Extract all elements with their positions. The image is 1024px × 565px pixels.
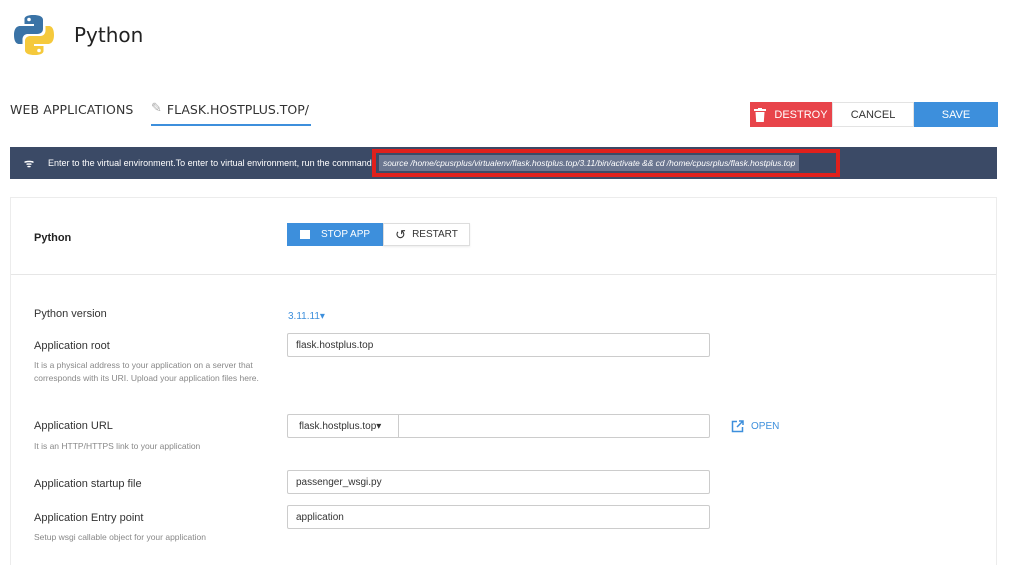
domain-value: flask.hostplus.top — [299, 420, 377, 432]
chevron-down-icon: ▾ — [376, 420, 382, 432]
banner-text: Enter to the virtual environment.To ente… — [48, 158, 372, 168]
cancel-button[interactable]: CANCEL — [832, 102, 914, 127]
restart-button[interactable]: ↺ RESTART — [383, 223, 470, 246]
entry-point-input[interactable]: application — [287, 505, 710, 529]
rss-icon: ᯤ — [24, 157, 35, 170]
trash-icon — [754, 107, 767, 122]
startup-file-input[interactable]: passenger_wsgi.py — [287, 470, 710, 494]
page-title: Python — [74, 23, 144, 47]
app-url-label: Application URL — [34, 420, 113, 432]
domain-select[interactable]: flask.hostplus.top ▾ — [287, 414, 398, 438]
card-header: Python STOP APP ↺ RESTART — [11, 198, 996, 275]
python-version-value: 3.11.11 — [288, 311, 320, 322]
startup-file-label: Application startup file — [34, 478, 142, 490]
command-highlight: source /home/cpusrplus/virtualenv/flask.… — [372, 149, 840, 177]
virtualenv-command[interactable]: source /home/cpusrplus/virtualenv/flask.… — [379, 155, 800, 171]
stop-icon — [299, 230, 310, 239]
open-label: OPEN — [751, 421, 780, 432]
python-version-dropdown[interactable]: 3.11.11▾ — [288, 311, 325, 322]
chevron-down-icon: ▾ — [319, 311, 325, 322]
breadcrumb-current-label: FLASK.HOSTPLUS.TOP/ — [166, 102, 309, 117]
python-version-label: Python version — [34, 308, 107, 320]
save-button[interactable]: SAVE — [914, 102, 998, 127]
card-title: Python — [34, 232, 72, 244]
python-logo-icon — [14, 15, 54, 55]
restart-icon: ↺ — [395, 226, 407, 242]
stop-app-button[interactable]: STOP APP — [287, 223, 383, 246]
action-buttons: DESTROY CANCEL SAVE — [750, 102, 998, 127]
destroy-button[interactable]: DESTROY — [750, 102, 832, 127]
stop-app-label: STOP APP — [320, 229, 371, 240]
app-url-help: It is an HTTP/HTTPS link to your applica… — [34, 441, 201, 451]
entry-point-help: Setup wsgi callable object for your appl… — [34, 532, 206, 542]
restart-label: RESTART — [412, 229, 458, 240]
breadcrumb-web-applications[interactable]: WEB APPLICATIONS — [10, 102, 133, 117]
pencil-icon: ✎ — [151, 101, 162, 116]
app-root-help: It is a physical address to your applica… — [34, 360, 259, 383]
breadcrumb-current-app[interactable]: ✎ FLASK.HOSTPLUS.TOP/ — [151, 102, 311, 126]
app-root-label: Application root — [34, 340, 110, 352]
virtualenv-banner: ᯤ Enter to the virtual environment.To en… — [10, 147, 997, 179]
app-root-input[interactable]: flask.hostplus.top — [287, 333, 710, 357]
page-header: Python — [12, 10, 143, 60]
app-config-card: Python STOP APP ↺ RESTART Python version… — [10, 197, 997, 565]
app-url-path-input[interactable] — [398, 414, 710, 438]
destroy-label: DESTROY — [774, 108, 828, 121]
external-link-icon — [731, 420, 744, 433]
open-link[interactable]: OPEN — [731, 420, 779, 433]
entry-point-label: Application Entry point — [34, 512, 144, 524]
